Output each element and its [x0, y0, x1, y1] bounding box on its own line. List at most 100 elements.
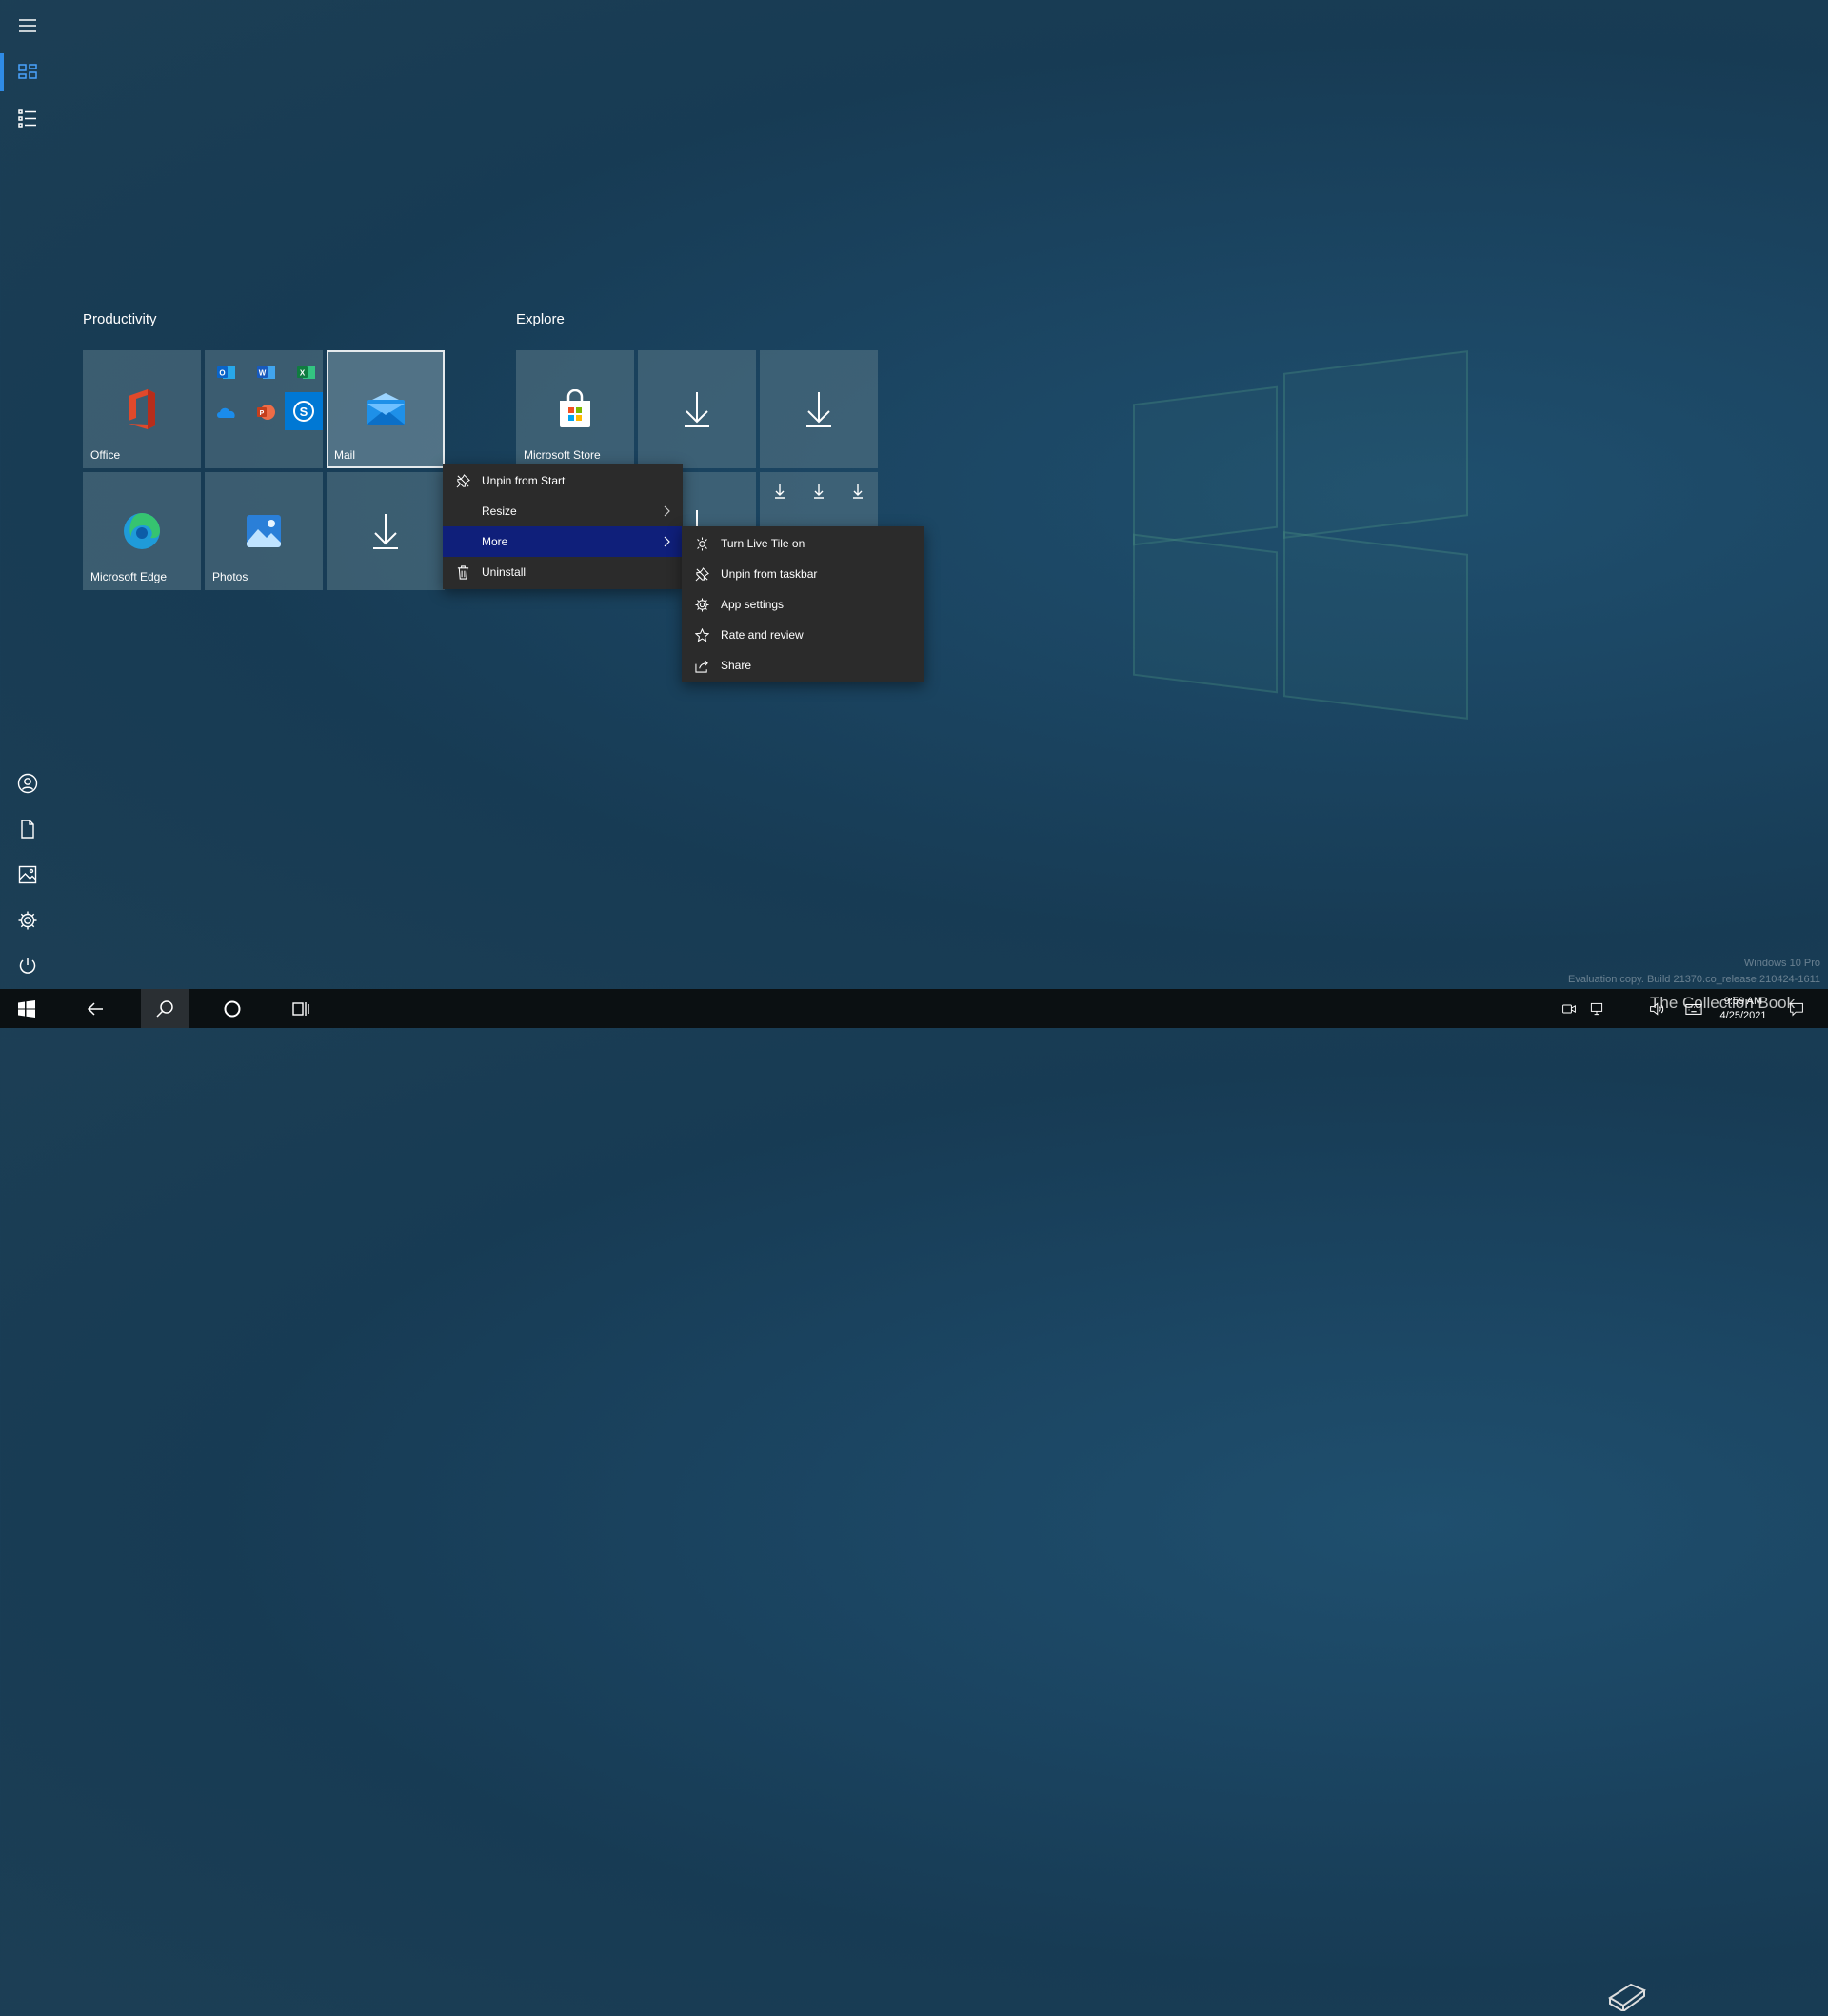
outlook-icon: O: [209, 354, 245, 390]
menu-item-unpin-from-taskbar[interactable]: Unpin from taskbar: [682, 559, 924, 589]
share-icon: [694, 658, 709, 673]
task-view-button[interactable]: [278, 989, 324, 1028]
svg-text:P: P: [260, 410, 265, 417]
documents-button[interactable]: [0, 806, 55, 852]
tray-keyboard-button[interactable]: [1679, 989, 1708, 1028]
menu-item-label: Uninstall: [482, 565, 527, 579]
search-button[interactable]: [141, 989, 189, 1028]
menu-item-label: Unpin from taskbar: [721, 567, 818, 581]
tile-label: Microsoft Store: [524, 448, 601, 462]
tile-label: Mail: [334, 448, 356, 462]
clock-time: 9:59 AM: [1723, 996, 1763, 1007]
notification-icon: [1790, 1002, 1803, 1017]
arrow-left-icon: [87, 1001, 103, 1016]
action-center-button[interactable]: [1782, 989, 1811, 1028]
account-button[interactable]: [0, 761, 55, 806]
menu-item-resize[interactable]: Resize: [443, 496, 683, 526]
chevron-right-icon: [664, 536, 670, 547]
menu-item-rate-and-review[interactable]: Rate and review: [682, 620, 924, 650]
menu-item-uninstall[interactable]: Uninstall: [443, 557, 683, 587]
menu-item-app-settings[interactable]: App settings: [682, 589, 924, 620]
tile-label: Office: [90, 448, 121, 462]
skype-icon: S: [285, 392, 323, 430]
menu-item-unpin-from-start[interactable]: Unpin from Start: [443, 465, 683, 496]
star-icon: [694, 627, 709, 642]
menu-item-more[interactable]: More: [443, 526, 683, 557]
book-overlay-logo: [1604, 1969, 1650, 2013]
mail-icon: [367, 393, 405, 425]
start-button[interactable]: [4, 989, 50, 1028]
menu-item-label: Share: [721, 659, 752, 672]
more-submenu: Turn Live Tile on Unpin from taskbar App…: [682, 526, 924, 682]
search-icon: [156, 999, 173, 1018]
svg-text:W: W: [259, 369, 267, 378]
pictures-button[interactable]: [0, 852, 55, 898]
cortana-circle-icon: [224, 1000, 241, 1017]
settings-button[interactable]: [0, 898, 55, 943]
tray-volume-button[interactable]: [1643, 989, 1670, 1028]
pinned-tiles-button[interactable]: [0, 49, 55, 95]
photos-icon: [247, 515, 281, 547]
windows-logo-wallpaper: [1133, 350, 1476, 720]
tray-meet-now-button[interactable]: [1556, 989, 1582, 1028]
expand-menu-button[interactable]: [0, 3, 55, 49]
svg-text:S: S: [300, 405, 308, 419]
network-icon: [1590, 1002, 1603, 1015]
hamburger-icon: [19, 19, 36, 32]
tray-network-button[interactable]: [1582, 989, 1611, 1028]
word-icon: W: [248, 354, 285, 390]
powerpoint-icon: P: [248, 394, 285, 430]
back-button[interactable]: [72, 989, 118, 1028]
menu-item-label: Unpin from Start: [482, 474, 566, 487]
sun-icon: [694, 536, 709, 551]
picture-icon: [18, 865, 37, 884]
svg-text:X: X: [300, 369, 306, 378]
taskbar-clock[interactable]: 9:59 AM 4/25/2021: [1710, 995, 1777, 1023]
tile-label: Photos: [212, 570, 248, 583]
chevron-right-icon: [664, 505, 670, 517]
start-left-rail: [0, 0, 55, 989]
watermark-build: Evaluation copy. Build 21370.co_release.…: [1567, 974, 1820, 985]
trash-icon: [455, 564, 470, 580]
download-icon: [685, 392, 709, 427]
tile-office[interactable]: Office: [83, 350, 201, 468]
store-icon: [560, 389, 590, 427]
tile-context-menu: Unpin from Start Resize More Uninstall: [443, 464, 683, 589]
tile-microsoft-edge[interactable]: Microsoft Edge: [83, 472, 201, 590]
menu-item-label: App settings: [721, 598, 785, 611]
tile-label: Microsoft Edge: [90, 570, 168, 583]
group-title-explore[interactable]: Explore: [516, 311, 565, 327]
tile-downloading-app-3[interactable]: [760, 350, 878, 468]
power-button[interactable]: [0, 943, 55, 989]
power-icon: [19, 958, 36, 974]
tile-downloading-app[interactable]: [327, 472, 445, 590]
unpin-icon: [455, 473, 470, 488]
tile-mail[interactable]: Mail: [327, 350, 445, 468]
menu-item-label: More: [482, 535, 508, 548]
unpin-icon: [694, 566, 709, 582]
taskbar: The Collection Book 9:59 AM 4/25/2021: [0, 989, 1828, 2013]
menu-item-share[interactable]: Share: [682, 650, 924, 681]
download-icon: [853, 484, 863, 499]
menu-item-turn-live-tile-on[interactable]: Turn Live Tile on: [682, 528, 924, 559]
speaker-icon: [1650, 1001, 1664, 1016]
download-icon: [775, 484, 785, 499]
tile-office-apps-folder[interactable]: O W X P S: [205, 350, 323, 468]
excel-icon: X: [288, 354, 325, 390]
cortana-button[interactable]: [209, 989, 255, 1028]
tile-downloading-app-2[interactable]: [638, 350, 756, 468]
gear-icon: [18, 911, 37, 930]
windows-logo-icon: [18, 999, 35, 1018]
download-icon: [806, 392, 831, 427]
tile-photos[interactable]: Photos: [205, 472, 323, 590]
tile-microsoft-store[interactable]: Microsoft Store: [516, 350, 634, 468]
office-icon: [129, 389, 155, 429]
task-view-icon: [292, 1001, 309, 1016]
tiles-icon: [18, 64, 37, 79]
onedrive-icon: [209, 394, 245, 430]
group-title-productivity[interactable]: Productivity: [83, 311, 157, 327]
tile-small-downloads-group[interactable]: [760, 472, 878, 529]
edge-icon: [124, 513, 160, 549]
list-icon: [18, 109, 36, 128]
all-apps-button[interactable]: [0, 95, 55, 141]
